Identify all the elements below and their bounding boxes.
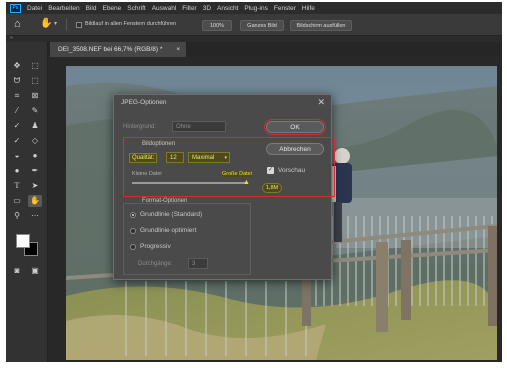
menu-schrift[interactable]: Schrift — [127, 5, 145, 12]
quality-preset-select[interactable]: Maximal ▾ — [188, 152, 230, 163]
crop-tool-icon[interactable]: ⌗ — [10, 90, 24, 102]
clone-stamp-tool-icon[interactable]: ♟ — [28, 120, 42, 132]
menu-bar: Ps Datei Bearbeiten Bild Ebene Schrift A… — [6, 2, 502, 14]
matte-select[interactable]: Ohne — [172, 121, 226, 132]
scroll-all-checkbox[interactable] — [76, 22, 82, 28]
menu-ansicht[interactable]: Ansicht — [217, 5, 238, 12]
home-icon[interactable]: ⌂ — [14, 18, 21, 30]
menu-ebene[interactable]: Ebene — [102, 5, 121, 12]
scans-label: Durchgänge: — [138, 261, 173, 267]
quality-input[interactable]: 12 — [166, 152, 184, 163]
chevron-down-icon: ▾ — [224, 154, 227, 161]
preview-label: Vorschau — [278, 167, 306, 174]
lasso-tool-icon[interactable]: ᗢ — [10, 75, 24, 87]
format-baseline-standard-radio[interactable] — [130, 212, 136, 218]
fit-screen-button[interactable]: Ganzes Bild — [240, 20, 284, 31]
frame-tool-icon[interactable]: ⊠ — [28, 90, 42, 102]
tools-panel: ✥ ⬚ ᗢ ⬚ ⌗ ⊠ ⁄ ✎ ✓ ♟ ✓ ◇ ◒ ● ● ✒ T ➤ ▭ ✋ … — [6, 42, 48, 362]
hand-tool-icon[interactable]: ✋ — [28, 195, 42, 207]
cancel-button[interactable]: Abbrechen — [266, 143, 324, 155]
close-icon[interactable]: ✕ — [317, 97, 325, 108]
object-select-tool-icon[interactable]: ⬚ — [28, 75, 42, 87]
zoom-tool-icon[interactable]: ⚲ — [10, 210, 24, 222]
gradient-tool-icon[interactable]: ◒ — [10, 150, 24, 162]
path-select-tool-icon[interactable]: ➤ — [28, 180, 42, 192]
matte-label: Hintergrund: — [123, 124, 157, 130]
dialog-title: JPEG-Optionen — [121, 98, 167, 106]
brush-tool-icon[interactable]: ✓ — [10, 120, 24, 132]
small-file-label: Kleine Datei — [132, 171, 162, 177]
quick-mask-icon[interactable]: ◙ — [10, 265, 24, 277]
menu-filter[interactable]: Filter — [182, 5, 196, 12]
menu-datei[interactable]: Datei — [27, 5, 42, 12]
collapse-panel-icon[interactable]: » — [10, 35, 13, 41]
blur-tool-icon[interactable]: ● — [28, 150, 42, 162]
menu-fenster[interactable]: Fenster — [274, 5, 296, 12]
document-tab[interactable]: DEI_3508.NEF bei 66,7% (RGB/8) * × — [50, 42, 186, 57]
history-brush-tool-icon[interactable]: ✓ — [10, 135, 24, 147]
spot-healing-tool-icon[interactable]: ✎ — [28, 105, 42, 117]
document-tab-title: DEI_3508.NEF bei 66,7% (RGB/8) * — [58, 46, 163, 53]
quality-preset-value: Maximal — [192, 154, 215, 161]
quality-slider-fill — [132, 182, 246, 184]
menu-auswahl[interactable]: Auswahl — [152, 5, 177, 12]
eraser-tool-icon[interactable]: ◇ — [28, 135, 42, 147]
dodge-tool-icon[interactable]: ● — [10, 165, 24, 177]
type-tool-icon[interactable]: T — [10, 180, 24, 192]
marquee-tool-icon[interactable]: ⬚ — [28, 60, 42, 72]
menu-hilfe[interactable]: Hilfe — [302, 5, 315, 12]
image-options-label: Bildoptionen — [142, 141, 176, 147]
menu-bearbeiten[interactable]: Bearbeiten — [48, 5, 79, 12]
quality-label: Qualität: — [129, 153, 158, 163]
format-baseline-standard-label: Grundlinie (Standard) — [140, 211, 203, 218]
eyedropper-tool-icon[interactable]: ⁄ — [10, 105, 24, 117]
tool-preset-chevron-icon[interactable]: ▾ — [54, 20, 57, 27]
jpeg-options-dialog: JPEG-Optionen ✕ Hintergrund: Ohne OK Bil… — [113, 94, 335, 280]
highlight-box-ok — [264, 119, 326, 135]
screen-mode-icon[interactable]: ▣ — [28, 265, 42, 277]
zoom-100-button[interactable]: 100% — [202, 20, 232, 31]
menu-plugins[interactable]: Plug-ins — [244, 5, 267, 12]
format-baseline-optimized-radio[interactable] — [130, 228, 136, 234]
rectangle-tool-icon[interactable]: ▭ — [10, 195, 24, 207]
format-progressive-label: Progressiv — [140, 243, 171, 250]
quality-slider-track[interactable] — [132, 182, 246, 184]
options-bar: ⌂ ✋ ▾ Bildlauf in allen Fenstern durchfü… — [6, 14, 502, 36]
menu-bild[interactable]: Bild — [86, 5, 97, 12]
more-tools-icon[interactable]: ⋯ — [28, 210, 42, 222]
scans-select[interactable]: 3 — [188, 258, 208, 269]
quality-slider-thumb[interactable]: ▲ — [243, 179, 250, 186]
photoshop-logo: Ps — [10, 3, 21, 13]
pen-tool-icon[interactable]: ✒ — [28, 165, 42, 177]
foreground-color-swatch[interactable] — [16, 234, 30, 248]
close-tab-icon[interactable]: × — [176, 46, 180, 53]
preview-checkbox[interactable]: ✓ — [267, 167, 274, 174]
large-file-label: Große Datei — [222, 171, 252, 177]
move-tool-icon[interactable]: ✥ — [10, 60, 24, 72]
hand-tool-icon[interactable]: ✋ — [40, 18, 52, 29]
format-baseline-optimized-label: Grundlinie optimiert — [140, 227, 197, 234]
fill-screen-button[interactable]: Bildschirm ausfüllen — [290, 20, 352, 31]
file-size-readout: 1,8M — [262, 183, 282, 193]
menu-3d[interactable]: 3D — [203, 5, 211, 12]
scroll-all-label: Bildlauf in allen Fenstern durchführen — [85, 21, 177, 27]
format-progressive-radio[interactable] — [130, 244, 136, 250]
